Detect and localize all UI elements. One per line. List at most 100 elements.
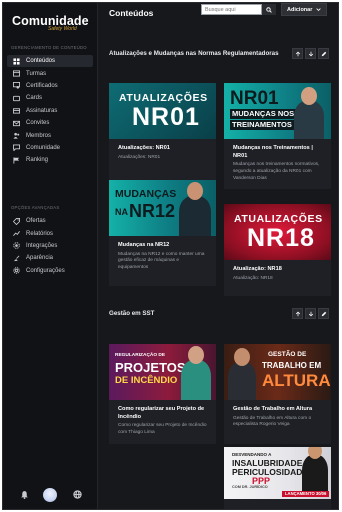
logo[interactable]: Comunidade Safety World [12,12,89,32]
content-card[interactable]: REGULARIZAÇÃO DE PROJETOS DE INCÊNDIO Co… [109,344,216,444]
search-button[interactable] [262,4,276,15]
move-down-button[interactable] [305,48,316,59]
sidebar-footer [3,485,98,505]
sidebar-item-label: Membros [26,132,52,139]
sidebar-item-aparencia[interactable]: Aparência [7,252,93,264]
section-title: Gestão em SST [109,310,155,317]
thumb-text: NR01 [230,88,279,109]
app-window: Comunidade Safety World Gerenciamento de… [2,2,339,510]
content-card[interactable]: DESVENDANDO A INSALUBRIDADE PERICULOSIDA… [224,447,331,509]
presenter-photo [294,87,324,139]
sidebar-item-relatorios[interactable]: Relatórios [7,227,93,239]
thumb-text: TREINAMENTOS [230,120,294,130]
card-subtitle: Atualização: NR18 [233,275,273,281]
integrations-icon [12,241,21,250]
thumb-text: TRABALHO EM [262,361,322,370]
section-tools [292,308,329,319]
card-thumbnail: MUDANÇAS NA NR12 [109,180,216,236]
sidebar-section-title-content: Gerenciamento de conteúdo [11,45,87,50]
card-thumbnail: DESVENDANDO A INSALUBRIDADE PERICULOSIDA… [224,447,331,499]
thumb-text: ATUALIZAÇÕES [234,213,323,225]
sidebar-item-ofertas[interactable]: Ofertas [7,215,93,227]
card-title: Atualizações: NR01 [118,145,170,151]
sidebar-item-membros[interactable]: Membros [7,129,93,141]
sidebar-item-configuracoes[interactable]: Configurações [7,265,93,277]
thumb-text: NR18 [247,224,315,252]
sidebar-item-label: Certificados [26,82,58,89]
add-button-label: Adicionar [287,6,313,13]
search-input[interactable] [201,4,262,15]
content-card[interactable]: NR01 MUDANÇAS NOS TREINAMENTOS Mudanças … [224,83,331,189]
sidebar-item-assinaturas[interactable]: Assinaturas [7,105,93,117]
sidebar-item-certificados[interactable]: Certificados [7,80,93,92]
sidebar-item-label: Aparência [26,255,54,262]
add-button[interactable]: Adicionar [281,3,327,16]
content-card[interactable]: MUDANÇAS NA NR12 Mudanças na NR12 Mudanç… [109,180,216,286]
thumb-text: DESVENDANDO A [232,452,272,457]
edit-section-button[interactable] [318,308,329,319]
thumb-text: ATUALIZAÇÕES [119,92,208,104]
sidebar-nav-content: Conteúdos Turmas Certificados Cards Assi… [7,55,93,167]
section-tools [292,48,329,59]
thumb-text: MUDANÇAS [115,188,177,200]
card-thumbnail: ATUALIZAÇÕES NR18 [224,204,331,260]
sidebar-item-turmas[interactable]: Turmas [7,67,93,79]
presenter-photo [179,182,211,236]
search-icon [266,6,272,13]
thumb-text: NA [115,207,128,217]
sidebar-item-label: Configurações [26,267,65,274]
content-card[interactable]: GESTÃO DE TRABALHO EM ALTURA Gestão de T… [224,344,331,444]
content-card[interactable]: ATUALIZAÇÕES NR01 Atualizações: NR01 Atu… [109,83,216,183]
move-up-button[interactable] [292,48,303,59]
sidebar-item-label: Ranking [26,157,49,164]
move-down-button[interactable] [305,308,316,319]
thumb-text: PERICULOSIDADE [232,467,309,477]
card-title: Gestão de Trabalho em Altura [233,406,313,412]
sidebar-item-label: Conteúdos [26,58,56,65]
presenter-photo [302,447,328,493]
thumb-text: PROJETOS [115,360,186,375]
thumb-text: NR01 [132,103,200,131]
move-up-button[interactable] [292,308,303,319]
card-thumbnail: GESTÃO DE TRABALHO EM ALTURA [224,344,331,400]
sidebar-item-label: Ofertas [26,218,46,225]
sidebar-item-ranking[interactable]: Ranking [7,154,93,166]
page-title: Conteúdos [109,8,154,18]
sidebar: Comunidade Safety World Gerenciamento de… [3,3,98,509]
sidebar-item-label: Integrações [26,242,58,249]
bell-icon[interactable] [20,490,29,499]
avatar[interactable] [43,488,57,502]
card-subtitle: Mudanças nos treinamentos normativos, se… [233,162,320,181]
sidebar-item-conteudos[interactable]: Conteúdos [7,55,93,68]
content-icon [12,57,21,66]
community-icon [12,143,21,152]
thumb-text: NR12 [129,201,176,221]
sidebar-item-convites[interactable]: Convites [7,117,93,129]
thumb-text: MUDANÇAS NOS [230,109,297,119]
sidebar-section-title-advanced: Opções avançadas [11,205,60,210]
edit-section-button[interactable] [318,48,329,59]
thumb-text: DE INCÊNDIO [115,375,178,386]
appearance-icon [12,254,21,263]
card-subtitle: Como regularizar seu Projeto de Incêndio… [118,423,207,435]
arrow-up-icon [295,311,300,316]
thumb-text: REGULARIZAÇÃO DE [115,353,166,358]
logo-subtitle: Safety World [48,26,77,32]
subscriptions-icon [12,106,21,115]
thumb-text: ALTURA [262,371,331,390]
content-card[interactable]: ATUALIZAÇÕES NR18 Atualização: NR18 Atua… [224,204,331,296]
sidebar-item-cards[interactable]: Cards [7,92,93,104]
sidebar-item-label: Assinaturas [26,107,58,114]
globe-icon[interactable] [73,490,82,499]
sidebar-item-integracoes[interactable]: Integrações [7,240,93,252]
launch-badge: LANÇAMENTO 30/06 [282,491,330,498]
card-thumbnail: REGULARIZAÇÃO DE PROJETOS DE INCÊNDIO [109,344,216,400]
card-title: Mudanças na NR12 [118,242,170,248]
invite-icon [12,119,21,128]
card-subtitle: Atualizações: NR01 [118,154,161,160]
section-title: Atualizações e Mudanças nas Normas Regul… [109,50,279,57]
classes-icon [12,69,21,78]
sidebar-item-comunidade[interactable]: Comunidade [7,142,93,154]
offers-icon [12,217,21,226]
card-subtitle: Gestão de Trabalho em Altura com o espec… [233,415,312,428]
